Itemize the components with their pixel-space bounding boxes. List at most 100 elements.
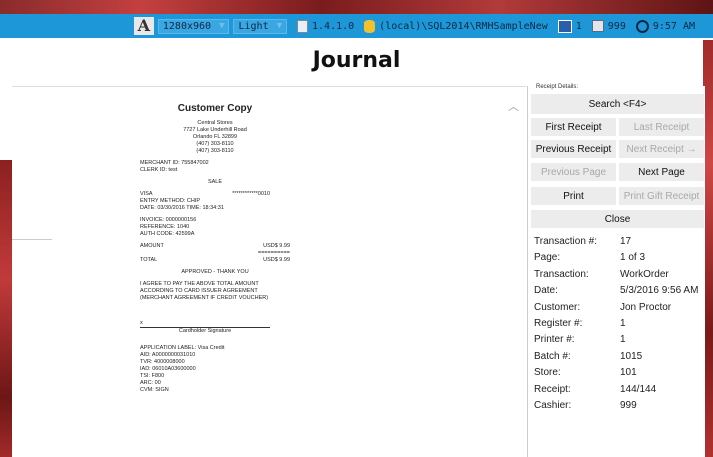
detail-label: Register #:: [534, 318, 583, 330]
detail-value: 1015: [620, 350, 643, 362]
entry-method: ENTRY METHOD: CHIP: [140, 198, 200, 204]
reference: REFERENCE: 1040: [140, 224, 190, 230]
detail-row: Printer #: 1: [534, 332, 706, 348]
invoice: INVOICE: 0000000156: [140, 217, 197, 223]
agreement-line: ACCORDING TO CARD ISSUER AGREEMENT: [140, 288, 258, 294]
emv-line: TVR: 4000008000: [140, 359, 185, 365]
detail-value: 5/3/2016 9:56 AM: [620, 285, 699, 297]
previous-page-button[interactable]: Previous Page: [530, 162, 617, 182]
version-text: 1.4.1.0: [312, 20, 355, 32]
detail-label: Cashier:: [534, 400, 572, 412]
detail-value: 144/144: [620, 383, 657, 395]
signature-label: Cardholder Signature: [178, 328, 232, 334]
font-size-icon[interactable]: A: [133, 17, 154, 35]
scroll-up-icon[interactable]: ︿: [508, 98, 519, 114]
detail-value: WorkOrder: [620, 268, 669, 280]
next-receipt-button[interactable]: Next Receipt →: [618, 139, 705, 159]
detail-label: Printer #:: [534, 334, 575, 346]
detail-value: 1: [620, 334, 626, 346]
database-icon: [364, 19, 376, 33]
agreement-line: (MERCHANT AGREEMENT IF CREDIT VOUCHER): [140, 295, 269, 301]
panel-legend: Receipt Details:: [534, 84, 581, 90]
emv-line: AID: A0000000031010: [140, 352, 196, 358]
emv-line: APPLICATION LABEL: Visa Credit: [140, 345, 225, 351]
detail-value: 999: [620, 400, 637, 412]
chevron-down-icon: ▼: [276, 21, 283, 31]
theme-select[interactable]: Light ▼: [233, 18, 288, 34]
detail-value: 1 of 3: [620, 252, 646, 264]
close-button[interactable]: Close: [530, 209, 705, 229]
detail-row: Cashier: 999: [534, 398, 706, 414]
database-text: (local)\SQL2014\RMHSampleNew: [379, 20, 548, 32]
desktop-background-top: [0, 0, 713, 14]
detail-row: Page: 1 of 3: [534, 250, 706, 266]
status-bar: A 1280x960 ▼ Light ▼ 1.4.1.0 (local)\SQL…: [0, 14, 713, 38]
previous-receipt-button[interactable]: Previous Receipt ←: [530, 139, 617, 174]
last-receipt-button[interactable]: Last Receipt: [618, 117, 705, 137]
detail-row: Transaction: WorkOrder: [534, 267, 706, 283]
store-line: (407) 303-8110: [196, 148, 234, 154]
printer-text: 999: [607, 20, 626, 32]
first-receipt-button[interactable]: First Receipt: [530, 117, 617, 137]
detail-row: Store: 101: [534, 365, 706, 381]
detail-label: Receipt:: [534, 383, 571, 395]
agreement-line: I AGREE TO PAY THE ABOVE TOTAL AMOUNT: [140, 281, 259, 287]
detail-label: Transaction:: [534, 268, 589, 280]
register-text: 1: [575, 20, 582, 32]
emv-line: TSI: F800: [140, 373, 165, 379]
store-line: (407) 303-8110: [196, 141, 234, 147]
detail-label: Date:: [534, 285, 558, 297]
detail-value: 17: [620, 236, 632, 247]
chevron-down-icon: ▼: [219, 21, 225, 31]
detail-row: Register #: 1: [534, 316, 706, 332]
detail-label: Customer:: [534, 301, 581, 313]
detail-value: 1: [620, 318, 626, 330]
date-time: DATE: 03/30/2016 TIME: 18:34:31: [140, 205, 224, 211]
amount-value: USD$ 9.99: [263, 243, 290, 249]
resolution-select[interactable]: 1280x960 ▼: [157, 18, 230, 34]
version-icon: [297, 19, 309, 33]
store-line: Orlando FL 32899: [192, 134, 238, 140]
card-number: ************0010: [232, 191, 270, 197]
card-type: VISA: [140, 191, 153, 197]
emv-line: IAD: 06010A03600000: [140, 366, 196, 372]
page-title: Journal: [312, 48, 401, 73]
store-line: 7727 Lake Underhill Road: [183, 127, 247, 133]
emv-line: ARC: 00: [140, 380, 161, 386]
merchant-id: MERCHANT ID: 755847002: [140, 160, 209, 166]
signature-line: x: [140, 320, 270, 328]
auth-code: AUTH CODE: 42599A: [140, 231, 195, 237]
print-gift-receipt-button[interactable]: Print Gift Receipt: [618, 186, 705, 206]
clock-icon: [635, 19, 649, 33]
theme-value: Light: [238, 20, 269, 32]
detail-row: Receipt: 144/144: [534, 382, 706, 398]
detail-row: Transaction #: 17: [534, 234, 706, 250]
register-icon: [557, 19, 572, 33]
detail-row: Customer: Jon Proctor: [534, 300, 706, 316]
print-button[interactable]: Print: [530, 186, 617, 206]
signature-x: x: [140, 320, 143, 326]
detail-value: Jon Proctor: [620, 301, 672, 313]
amount-rule: ==========: [257, 250, 290, 256]
emv-line: CVM: SIGN: [140, 387, 169, 393]
receipt-details-panel: Receipt Details: Search <F4> First Recei…: [527, 84, 706, 457]
next-page-button[interactable]: Next Page: [618, 162, 705, 182]
detail-label: Page:: [534, 252, 561, 264]
receipt-document: Customer Copy Central Stores 7727 Lake U…: [140, 103, 290, 394]
amount-label: AMOUNT: [140, 243, 164, 249]
sale-label: SALE: [207, 179, 223, 185]
total-value: USD$ 9.99: [263, 257, 290, 263]
clerk-id: CLERK ID: test: [140, 167, 178, 173]
search-button[interactable]: Search <F4>: [530, 93, 705, 115]
resolution-value: 1280x960: [162, 20, 212, 32]
divider: [12, 239, 52, 240]
receipt-copy-title: Customer Copy: [177, 103, 253, 114]
detail-label: Batch #:: [534, 350, 571, 362]
detail-row: Date: 5/3/2016 9:56 AM: [534, 283, 706, 299]
desktop-background-left: [0, 160, 12, 457]
detail-row: Batch #: 1015: [534, 349, 706, 365]
store-line: Central Stores: [197, 120, 233, 126]
detail-label: Transaction #:: [534, 236, 597, 247]
detail-value: 101: [620, 367, 637, 379]
approved-text: APPROVED - THANK YOU: [181, 269, 249, 275]
